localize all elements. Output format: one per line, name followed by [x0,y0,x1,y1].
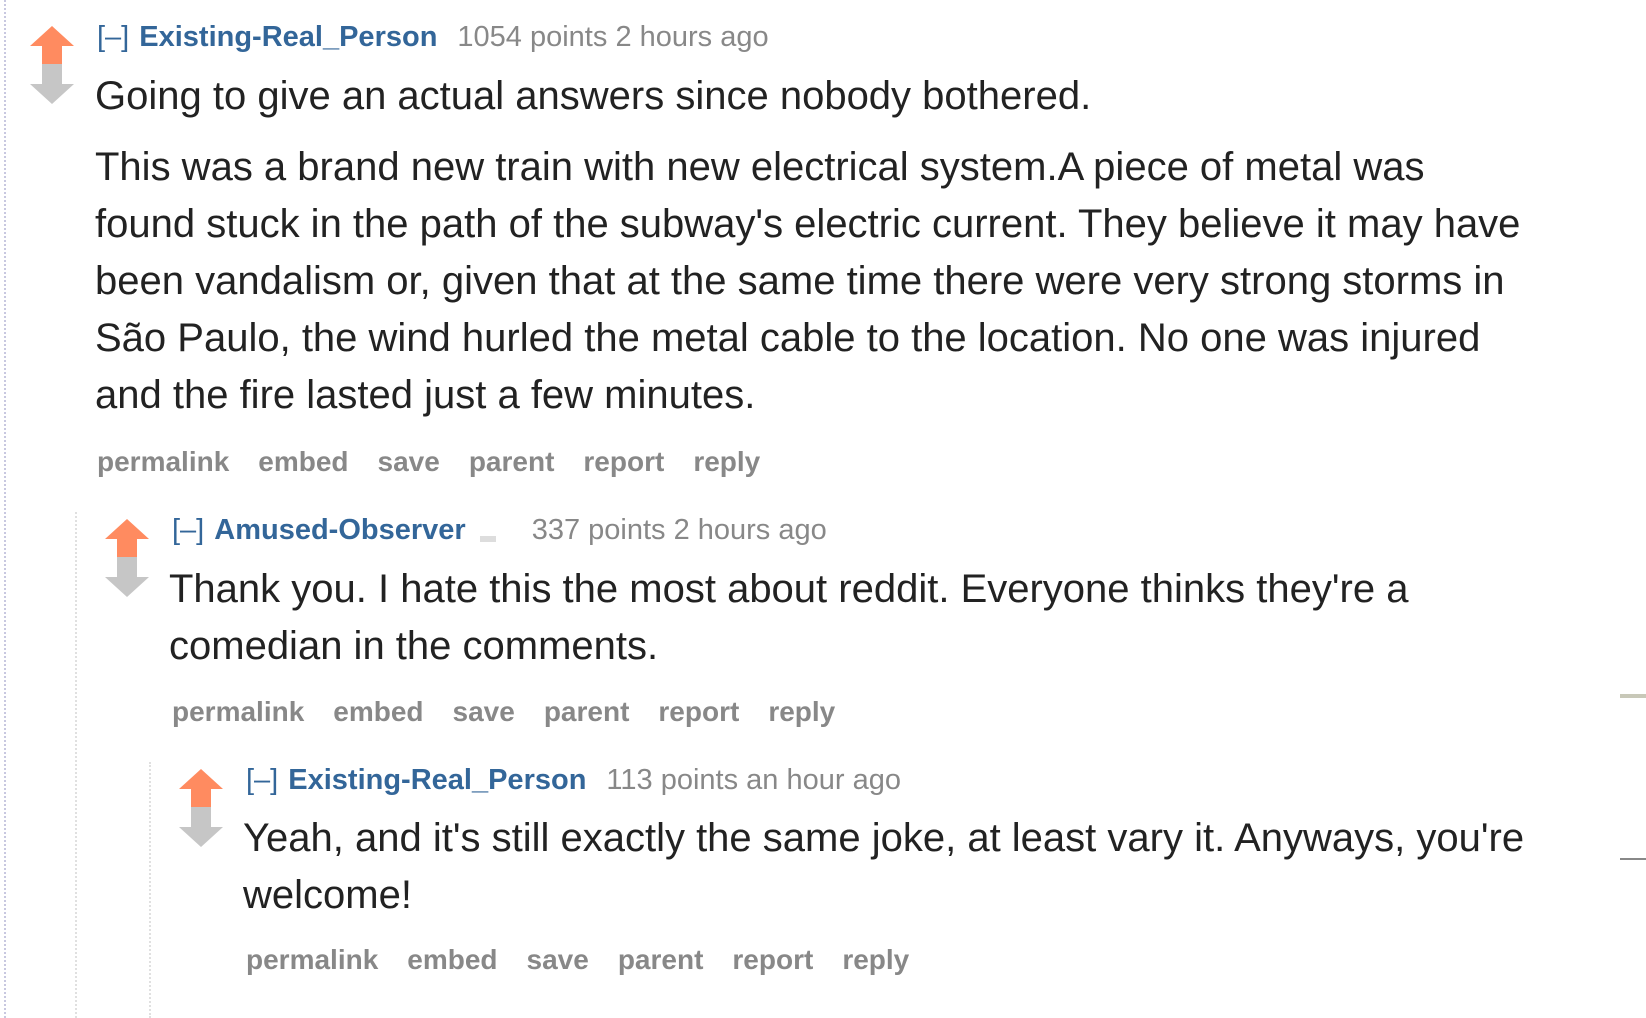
score-text: 1054 points [457,21,608,53]
score-text: 337 points [531,514,666,546]
author-link[interactable]: Existing-Real_Person [139,21,437,53]
parent-button[interactable]: parent [618,944,704,975]
user-flair [479,536,496,543]
embed-button[interactable]: embed [258,446,348,477]
comment-paragraph: Going to give an actual answers since no… [95,74,1092,118]
permalink-button[interactable]: permalink [97,446,229,477]
comment-actions: permalink embed save parent report reply [246,942,938,978]
score-text: 113 points [606,764,739,796]
comment-actions: permalink embed save parent report reply [172,694,864,730]
collapse-toggle[interactable]: [–] [97,21,129,53]
comment-page: [–] Existing-Real_Person 1054 points 2 hou… [0,0,1646,1018]
save-button[interactable]: save [453,696,515,727]
report-button[interactable]: report [583,446,664,477]
save-button[interactable]: save [378,446,440,477]
timestamp[interactable]: an hour ago [746,764,901,796]
child-thread-line [149,762,151,1018]
vote-controls [28,24,76,106]
report-button[interactable]: report [732,944,813,975]
embed-button[interactable]: embed [407,944,497,975]
thread-line [4,0,6,1018]
permalink-button[interactable]: permalink [246,944,378,975]
permalink-button[interactable]: permalink [172,696,304,727]
child-thread-line [75,512,77,1018]
author-link[interactable]: Existing-Real_Person [288,764,586,796]
comment-tagline: [–] Existing-Real_Person 1054 points 2 hou… [97,19,769,55]
vote-controls [177,767,225,849]
save-button[interactable]: save [527,944,589,975]
collapse-toggle[interactable]: [–] [172,514,204,546]
comment-body: Yeah, and it's still exactly the same jo… [243,810,1543,938]
collapse-toggle[interactable]: [–] [246,764,278,796]
timestamp[interactable]: 2 hours ago [615,21,768,53]
comment-actions: permalink embed save parent report reply [97,444,789,480]
reply-button[interactable]: reply [768,696,835,727]
parent-button[interactable]: parent [544,696,630,727]
comment-paragraph: Yeah, and it's still exactly the same jo… [243,816,1525,917]
downvote-arrow-icon[interactable] [28,62,76,106]
embed-button[interactable]: embed [333,696,423,727]
reply-button[interactable]: reply [693,446,760,477]
comment-body: Thank you. I hate this the most about re… [169,561,1529,689]
reply-button[interactable]: reply [842,944,909,975]
vote-controls [103,517,151,599]
comment-paragraph: Thank you. I hate this the most about re… [169,567,1409,668]
sidebar-clipped: Tı ha w al A D aı L Yo co w D (c co cr M [1620,0,1646,1018]
comment-tagline: [–] Existing-Real_Person 113 points an hou… [246,762,901,798]
comment-body: Going to give an actual answers since no… [95,68,1535,438]
sidebar-divider [1620,858,1646,860]
author-link[interactable]: Amused-Observer [214,514,465,546]
comment-paragraph: This was a brand new train with new elec… [95,145,1521,417]
parent-button[interactable]: parent [469,446,555,477]
timestamp[interactable]: 2 hours ago [674,514,827,546]
report-button[interactable]: report [658,696,739,727]
downvote-arrow-icon[interactable] [103,555,151,599]
comment-tagline: [–] Amused-Observer 337 points 2 hours ago [172,512,827,548]
downvote-arrow-icon[interactable] [177,805,225,849]
sidebar-divider [1620,694,1646,698]
